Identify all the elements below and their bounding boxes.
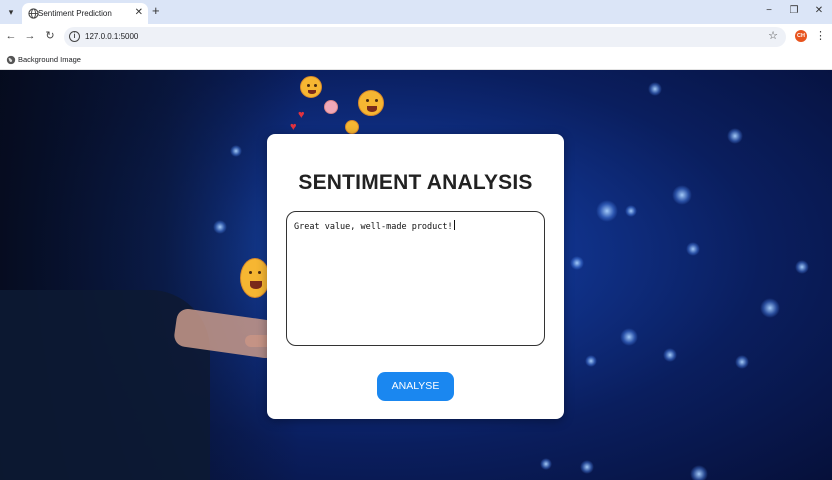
bookmark-background-image[interactable]: Background Image bbox=[18, 55, 81, 64]
review-textarea[interactable]: Great value, well-made product! bbox=[286, 211, 545, 346]
restore-button[interactable]: ❐ bbox=[787, 4, 801, 18]
glow-dot bbox=[735, 355, 749, 369]
url-text[interactable]: 127.0.0.1:5000 bbox=[85, 32, 138, 41]
glow-dot bbox=[596, 200, 618, 222]
page-title: SENTIMENT ANALYSIS bbox=[298, 171, 533, 194]
glow-dot bbox=[648, 82, 662, 96]
glow-dot bbox=[672, 185, 692, 205]
glow-dot bbox=[585, 355, 597, 367]
heart-icon: ♥ bbox=[298, 109, 305, 121]
back-button[interactable]: ← bbox=[4, 29, 18, 43]
glow-dot bbox=[213, 220, 227, 234]
glow-dot bbox=[795, 260, 809, 274]
browser-toolbar: ← → ↻ i 127.0.0.1:5000 ☆ CH ⋮ bbox=[0, 24, 832, 50]
reload-button[interactable]: ↻ bbox=[43, 29, 57, 43]
profile-avatar[interactable]: CH bbox=[795, 30, 807, 42]
glow-dot bbox=[686, 242, 700, 256]
glow-dot bbox=[620, 328, 638, 346]
glow-dot bbox=[760, 298, 780, 318]
analyse-button[interactable]: ANALYSE bbox=[377, 372, 454, 401]
heart-icon: ♥ bbox=[290, 121, 297, 133]
site-info-icon[interactable]: i bbox=[69, 31, 80, 42]
glow-dot bbox=[230, 145, 242, 157]
tab-close-icon[interactable]: ✕ bbox=[135, 7, 143, 19]
glow-dot bbox=[540, 458, 552, 470]
globe-icon bbox=[6, 55, 16, 65]
glow-dot bbox=[570, 256, 584, 270]
emoji-icon bbox=[345, 120, 359, 134]
bookmark-star-icon[interactable]: ☆ bbox=[768, 29, 778, 42]
sentiment-card: SENTIMENT ANALYSIS Great value, well-mad… bbox=[267, 134, 564, 419]
bookmarks-bar: Background Image bbox=[0, 50, 832, 70]
close-window-button[interactable]: ✕ bbox=[812, 4, 826, 18]
forward-button[interactable]: → bbox=[23, 29, 37, 43]
glow-dot bbox=[690, 465, 708, 480]
glow-dot bbox=[663, 348, 677, 362]
tab-strip: ▾ Sentiment Prediction ✕ + − ❐ ✕ bbox=[0, 0, 832, 24]
review-text: Great value, well-made product! bbox=[294, 222, 453, 232]
glow-dot bbox=[580, 460, 594, 474]
emoji-icon bbox=[300, 76, 322, 98]
tab-sentiment-prediction[interactable]: Sentiment Prediction ✕ bbox=[22, 3, 148, 24]
tab-search-chevron-icon[interactable]: ▾ bbox=[4, 5, 18, 19]
browser-menu-icon[interactable]: ⋮ bbox=[815, 29, 826, 43]
emoji-icon bbox=[358, 90, 384, 116]
address-bar[interactable]: i 127.0.0.1:5000 ☆ bbox=[64, 27, 786, 47]
emoji-icon bbox=[240, 258, 270, 298]
new-tab-button[interactable]: + bbox=[152, 4, 160, 18]
emoji-icon bbox=[324, 100, 338, 114]
glow-dot bbox=[727, 128, 743, 144]
tab-title: Sentiment Prediction bbox=[38, 9, 112, 18]
glow-dot bbox=[625, 205, 637, 217]
minimize-button[interactable]: − bbox=[762, 4, 776, 18]
text-caret bbox=[453, 220, 455, 230]
